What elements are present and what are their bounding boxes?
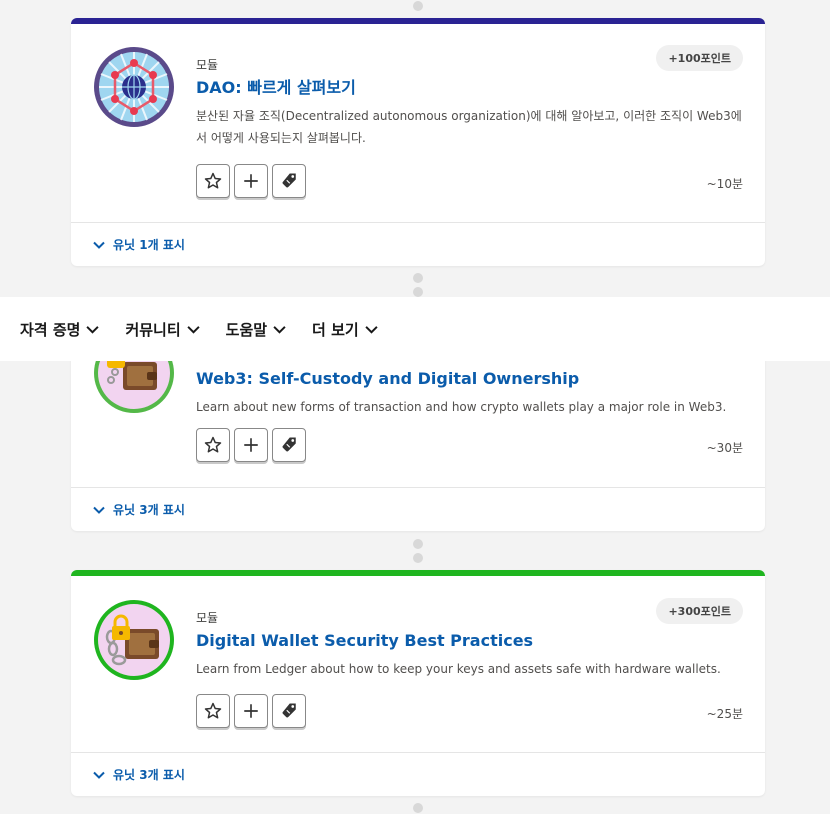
nav-item-label: 커뮤니티	[125, 320, 181, 339]
nav-item-more[interactable]: 더 보기	[312, 319, 378, 340]
tag-button[interactable]	[272, 164, 306, 198]
duration-label: ~30분	[706, 441, 743, 455]
chevron-down-icon	[93, 506, 105, 514]
content-type-label: 모듈	[196, 58, 219, 72]
card-body: Web3: Self-Custody and Digital Ownership…	[196, 364, 743, 418]
tag-icon	[282, 173, 296, 188]
nav-item-label: 도움말	[225, 320, 268, 339]
timeline-dot	[413, 1, 423, 11]
tag-icon	[282, 703, 296, 718]
global-nav-bar: 자격 증명 커뮤니티 도움말 더 보기	[0, 297, 830, 361]
chevron-down-icon	[273, 325, 286, 334]
action-buttons	[196, 694, 306, 728]
plus-icon	[244, 438, 258, 452]
plus-icon	[244, 174, 258, 188]
module-title[interactable]: DAO: 빠르게 살펴보기	[196, 77, 743, 99]
show-units-toggle[interactable]: 유닛 1개 표시	[93, 236, 185, 253]
card-body: 모듈 Digital Wallet Security Best Practice…	[196, 609, 743, 680]
nav-item-help[interactable]: 도움말	[226, 319, 286, 340]
module-card-wallet-security: +300포인트 모듈 Digital Wallet Security Best …	[71, 570, 765, 796]
nav-item-label: 더 보기	[312, 320, 359, 339]
card-accent-bar	[71, 570, 765, 576]
module-title[interactable]: Web3: Self-Custody and Digital Ownership	[196, 368, 743, 390]
module-description: 분산된 자율 조직(Decentralized autonomous organ…	[196, 109, 742, 145]
timeline-dot	[413, 287, 423, 297]
chevron-down-icon	[187, 325, 200, 334]
wallet-lock-badge-icon	[93, 599, 175, 681]
favorite-button[interactable]	[196, 694, 230, 728]
dao-badge-icon	[93, 46, 175, 128]
show-units-label: 유닛 3개 표시	[113, 503, 185, 517]
timeline-dot	[413, 553, 423, 563]
timeline-dot	[413, 539, 423, 549]
tag-button[interactable]	[272, 694, 306, 728]
tag-icon	[282, 437, 296, 452]
module-description: Learn from Ledger about how to keep your…	[196, 662, 721, 676]
module-description: Learn about new forms of transaction and…	[196, 400, 727, 414]
star-icon	[204, 172, 222, 189]
action-buttons	[196, 428, 306, 462]
favorite-button[interactable]	[196, 164, 230, 198]
card-divider	[71, 752, 765, 753]
nav-item-credentials[interactable]: 자격 증명	[20, 319, 100, 340]
timeline-dot	[413, 803, 423, 813]
tag-button[interactable]	[272, 428, 306, 462]
card-divider	[71, 487, 765, 488]
module-title[interactable]: Digital Wallet Security Best Practices	[196, 630, 743, 652]
module-card-dao: +100포인트 모듈 DAO: 빠르게 살펴보기 분산된 자율 조직(Decen…	[71, 18, 765, 266]
add-to-list-button[interactable]	[234, 428, 268, 462]
nav-item-label: 자격 증명	[20, 320, 81, 339]
card-accent-bar	[71, 18, 765, 24]
card-body: 모듈 DAO: 빠르게 살펴보기 분산된 자율 조직(Decentralized…	[196, 56, 743, 149]
nav-item-community[interactable]: 커뮤니티	[125, 319, 200, 340]
chevron-down-icon	[365, 325, 378, 334]
show-units-label: 유닛 3개 표시	[113, 768, 185, 782]
chevron-down-icon	[93, 241, 105, 249]
show-units-toggle[interactable]: 유닛 3개 표시	[93, 501, 185, 518]
chevron-down-icon	[93, 771, 105, 779]
add-to-list-button[interactable]	[234, 164, 268, 198]
duration-label: ~10분	[706, 177, 743, 191]
star-icon	[204, 702, 222, 719]
plus-icon	[244, 704, 258, 718]
card-divider	[71, 222, 765, 223]
duration-label: ~25분	[706, 707, 743, 721]
show-units-label: 유닛 1개 표시	[113, 238, 185, 252]
content-type-label: 모듈	[196, 611, 219, 625]
timeline-dot	[413, 273, 423, 283]
favorite-button[interactable]	[196, 428, 230, 462]
chevron-down-icon	[86, 325, 100, 334]
show-units-toggle[interactable]: 유닛 3개 표시	[93, 766, 185, 783]
star-icon	[204, 436, 222, 453]
action-buttons	[196, 164, 306, 198]
add-to-list-button[interactable]	[234, 694, 268, 728]
